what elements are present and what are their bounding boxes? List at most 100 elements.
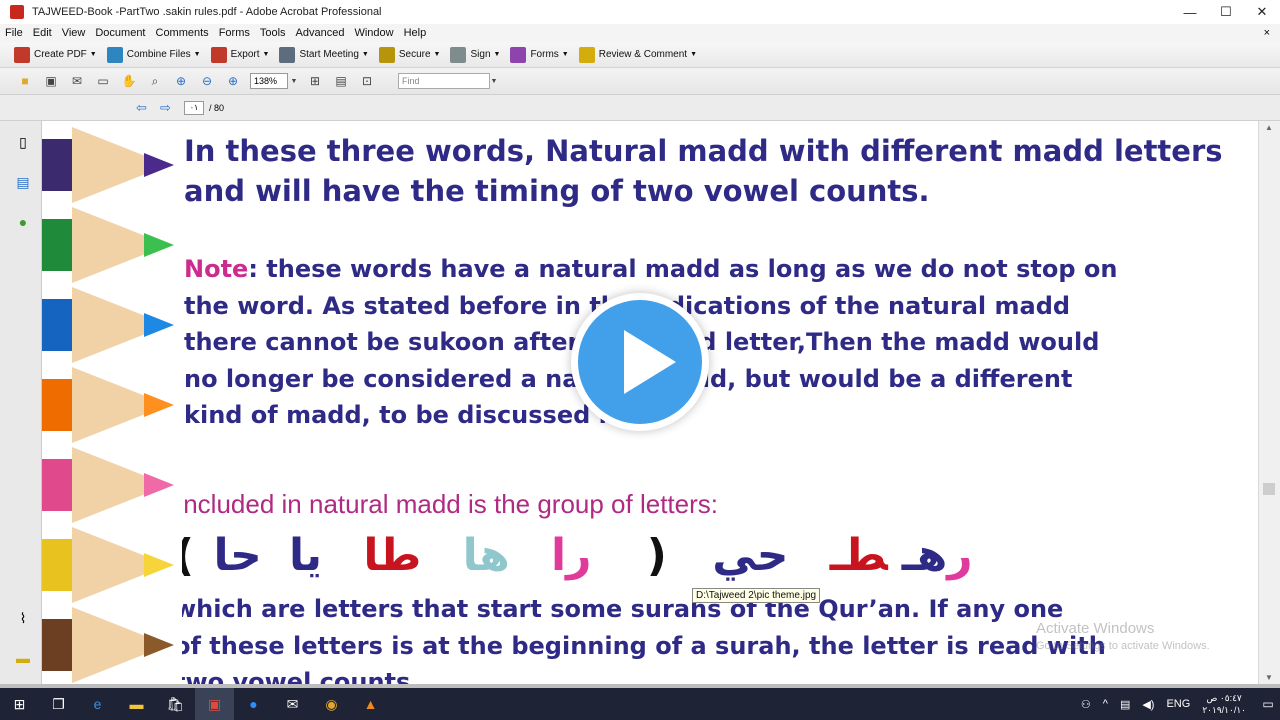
menu-file[interactable]: File [0, 27, 28, 39]
zoom-app-icon[interactable]: ● [234, 688, 273, 720]
sign-button[interactable]: Sign ▼ [450, 46, 500, 63]
combine-files-button[interactable]: Combine Files ▼ [106, 46, 201, 63]
find-input[interactable]: Find [398, 73, 490, 89]
menu-edit[interactable]: Edit [28, 27, 57, 39]
scrollbar-thumb[interactable] [1263, 483, 1275, 495]
chevron-down-icon[interactable]: ▼ [490, 72, 498, 90]
acrobat-app-icon [10, 5, 24, 19]
document-close-button[interactable]: × [1264, 27, 1270, 39]
zoom-plus-button[interactable]: ⊕ [224, 72, 242, 90]
minimize-button[interactable]: — [1172, 0, 1208, 24]
chevron-up-icon[interactable]: ^ [1103, 698, 1108, 710]
vertical-scrollbar[interactable]: ▲ ▼ [1258, 121, 1280, 684]
note-text: : these words have a natural madd as lon… [248, 255, 1118, 283]
activate-windows-title: Activate Windows [1036, 620, 1155, 637]
tasks-toolbar: Create PDF ▼ Combine Files ▼ Export ▼ Start… [0, 42, 1280, 68]
taskbar-clock[interactable]: ٠٥:٤٧ ص ٢٠١٩/١٠/١٠ [1202, 692, 1246, 716]
arabic-ta: طا [363, 530, 422, 581]
pages-icon[interactable]: ▯ [14, 133, 32, 151]
system-tray: ⚇ ^ ▤ ◀) ENG ٠٥:٤٧ ص ٢٠١٩/١٠/١٠ ▭ [1075, 688, 1280, 720]
open-folder-icon[interactable]: ■ [16, 72, 34, 90]
print-icon[interactable]: ▣ [42, 72, 60, 90]
scroll-up-icon[interactable]: ▲ [1265, 123, 1273, 132]
forms-icon [510, 46, 527, 63]
text-line: which are letters that start some surahs… [182, 595, 1064, 623]
menu-help[interactable]: Help [399, 27, 432, 39]
store-icon[interactable]: 🛍 [156, 688, 195, 720]
review-icon [578, 46, 595, 63]
file-explorer-icon[interactable]: ▬ [117, 688, 156, 720]
fit-width-icon[interactable]: ⊡ [358, 72, 376, 90]
navigation-panel: ▯ ▤ ● ⌇ ▬ [0, 121, 42, 684]
chevron-down-icon: ▼ [193, 51, 201, 58]
menu-window[interactable]: Window [349, 27, 398, 39]
fit-page-icon[interactable]: ⊞ [306, 72, 324, 90]
clock-time: ٠٥:٤٧ ص [1206, 693, 1242, 703]
zoom-out-button[interactable]: ⊖ [198, 72, 216, 90]
mail-icon[interactable]: ✉ [273, 688, 312, 720]
email-icon[interactable]: ✉ [68, 72, 86, 90]
menu-forms[interactable]: Forms [214, 27, 255, 39]
menu-comments[interactable]: Comments [151, 27, 214, 39]
people-icon[interactable]: ⚇ [1081, 698, 1091, 711]
pencil-decoration-image [42, 121, 182, 684]
export-button[interactable]: Export ▼ [210, 46, 269, 63]
edge-browser-icon[interactable]: e [78, 688, 117, 720]
forms-button[interactable]: Forms ▼ [510, 46, 569, 63]
text-line: and will have the timing of two vowel co… [184, 174, 930, 208]
monitor-icon[interactable]: ▭ [94, 72, 112, 90]
menu-view[interactable]: View [57, 27, 91, 39]
pencil-blue [42, 287, 177, 363]
hand-tool-icon[interactable]: ✋ [120, 72, 138, 90]
attachment-icon[interactable]: ⌇ [14, 609, 32, 627]
previous-page-icon[interactable]: ⇦ [136, 100, 152, 115]
secure-button[interactable]: Secure ▼ [378, 46, 440, 63]
pdf-page: In these three words, Natural madd with … [182, 121, 1258, 684]
volume-icon[interactable]: ◀) [1142, 698, 1154, 711]
page-navigation-bar: ⇦ ⇨ ٠١ / 80 [0, 95, 1280, 121]
pencil-brown [42, 607, 177, 683]
maximize-button[interactable]: ☐ [1208, 0, 1244, 24]
paragraph-surahs: which are letters that start some surahs… [182, 591, 1106, 684]
pencil-green [42, 207, 177, 283]
page-number-input[interactable]: ٠١ [184, 100, 204, 115]
zoom-in-icon[interactable]: ⊕ [172, 72, 190, 90]
bookmarks-icon[interactable]: ▤ [14, 173, 32, 191]
close-button[interactable]: ✕ [1244, 0, 1280, 24]
review-comment-button[interactable]: Review & Comment ▼ [578, 46, 697, 63]
create-pdf-icon [14, 46, 30, 63]
start-meeting-button[interactable]: Start Meeting ▼ [279, 46, 369, 63]
chrome-icon[interactable]: ◉ [312, 688, 351, 720]
menu-tools[interactable]: Tools [255, 27, 291, 39]
arabic-tuhr-ra: ر [947, 530, 973, 581]
video-play-button[interactable] [571, 293, 709, 431]
windows-taskbar: ⊞ ❐ e ▬ 🛍 ▣ ● ✉ ◉ ▲ ⚇ ^ ▤ ◀) ENG ٠٥:٤٧ ص… [0, 688, 1280, 720]
arabic-ra: را [551, 530, 592, 581]
text-line: two vowel counts. [182, 668, 420, 684]
clock-date: ٢٠١٩/١٠/١٠ [1202, 705, 1246, 715]
create-pdf-button[interactable]: Create PDF ▼ [14, 46, 97, 63]
help-icon[interactable]: ● [14, 213, 32, 231]
lock-icon [378, 46, 395, 63]
acrobat-taskbar-icon[interactable]: ▣ [195, 688, 234, 720]
windows-start-icon[interactable]: ⊞ [0, 688, 39, 720]
task-view-icon[interactable]: ❐ [39, 688, 78, 720]
language-indicator[interactable]: ENG [1166, 698, 1190, 710]
comments-icon[interactable]: ▬ [14, 649, 32, 667]
menu-document[interactable]: Document [90, 27, 150, 39]
arabic-ya: يا [289, 530, 323, 581]
select-zoom-icon[interactable]: ⌕ [146, 72, 164, 90]
image-path-tooltip: D:\Tajweed 2\pic theme.jpg [692, 588, 821, 603]
paren-close: ) [646, 530, 667, 581]
network-icon[interactable]: ▤ [1120, 698, 1130, 711]
notifications-icon[interactable]: ▭ [1256, 688, 1280, 720]
scroll-down-icon[interactable]: ▼ [1265, 673, 1273, 682]
vlc-icon[interactable]: ▲ [351, 688, 390, 720]
paragraph-intro: In these three words, Natural madd with … [184, 131, 1223, 211]
zoom-level-field[interactable]: 138% [250, 73, 288, 89]
single-page-icon[interactable]: ▤ [332, 72, 350, 90]
next-page-icon[interactable]: ⇨ [160, 100, 176, 115]
paren-open: ( [182, 530, 194, 581]
chevron-down-icon[interactable]: ▼ [290, 72, 298, 90]
menu-advanced[interactable]: Advanced [291, 27, 350, 39]
